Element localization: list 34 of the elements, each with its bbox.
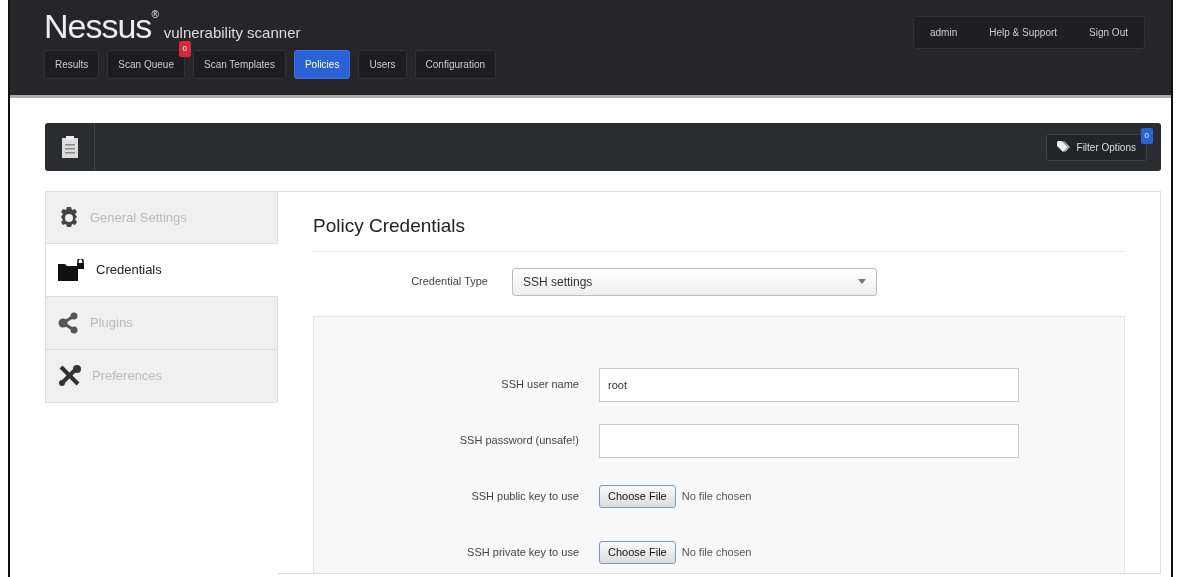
nav-tab[interactable]: Results [44,50,100,79]
tools-icon [58,365,82,387]
tagline: vulnerability scanner [163,22,301,43]
field-label: SSH public key to use [470,489,579,505]
field-label: SSH user name [500,377,579,393]
nav-tab[interactable]: Configuration [414,50,496,79]
file-status-text: No file chosen [681,545,752,561]
sidebar-item[interactable]: Credentials [45,244,278,297]
header-link[interactable]: Sign Out [1089,25,1128,40]
page-heading: Policy Credentials [313,212,1125,252]
dropdown-caret-icon [858,279,866,284]
field-label: SSH private key to use [466,545,579,561]
header-link[interactable]: admin [930,25,958,40]
field-label: Credential Type [410,274,488,290]
choose-file-button[interactable]: Choose File [599,485,676,508]
header-link[interactable]: Help & Support [989,25,1058,40]
count-badge: 0 [1140,127,1153,144]
nav-tab[interactable]: Policies [293,50,351,79]
logo: Nessus$^{®}$ [44,8,158,44]
gear-icon [58,206,80,229]
text-input-field[interactable]: root [599,367,1019,402]
clipboard-icon [60,135,79,159]
field-label: SSH password (unsafe!) [458,433,579,449]
nav-tab[interactable]: Users [358,50,407,79]
share-icon [58,312,80,334]
tag-icon [1056,141,1071,153]
count-badge: 0 [178,41,191,57]
folder-lock-icon [58,259,86,281]
nav-tab[interactable]: Scan Queue [107,50,185,79]
choose-file-button[interactable]: Choose File [599,541,676,564]
nav-tab[interactable]: Scan Templates [192,50,286,79]
credential-type-select[interactable]: SSH settings [512,267,877,296]
text-input-field[interactable] [599,423,1019,458]
file-status-text: No file chosen [681,489,752,505]
